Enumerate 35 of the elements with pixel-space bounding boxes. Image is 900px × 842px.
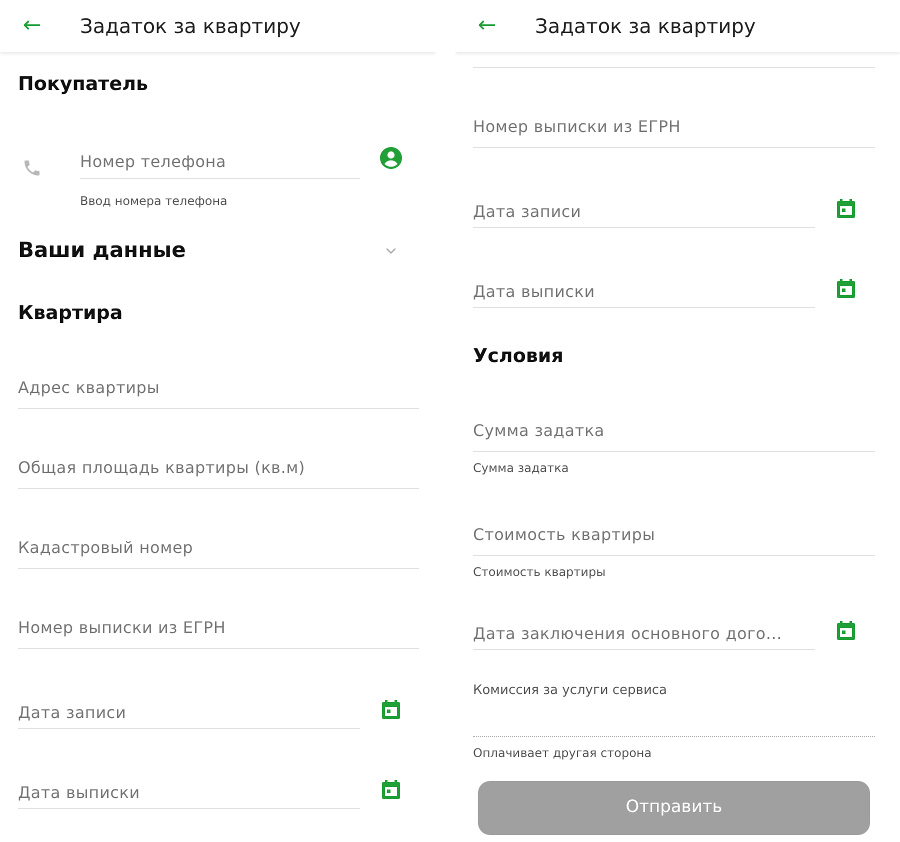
screen-title: Задаток за квартиру <box>535 13 756 40</box>
calendar-icon[interactable] <box>382 780 400 799</box>
calendar-icon[interactable] <box>837 621 855 640</box>
text-input-field[interactable]: Сумма задатка <box>473 414 875 452</box>
screen-title: Задаток за квартиру <box>80 13 301 40</box>
date-input-field[interactable]: Дата записи <box>18 697 360 729</box>
back-button[interactable]: ← <box>20 15 44 37</box>
text-input-field[interactable]: Общая площадь квартиры (кв.м) <box>18 451 419 489</box>
text-input-field[interactable]: Адрес квартиры <box>18 371 419 409</box>
date-input-field[interactable]: Дата записи <box>473 196 815 228</box>
calendar-icon[interactable] <box>382 700 400 719</box>
field-label: Комиссия за услуги сервиса <box>473 682 668 700</box>
expandable-section[interactable]: Ваши данные <box>18 237 419 265</box>
date-input-field[interactable]: Дата выписки <box>473 276 815 308</box>
back-button[interactable]: ← <box>475 15 499 37</box>
helper-text: Сумма задатка <box>473 460 570 476</box>
section-heading: Покупатель <box>18 72 150 97</box>
text-input-field[interactable]: Стоимость квартиры <box>473 518 875 556</box>
date-input-field[interactable]: Дата выписки <box>18 777 360 809</box>
date-input-field[interactable]: Дата заключения основного дого... <box>473 618 815 650</box>
contact-icon[interactable] <box>380 147 402 169</box>
helper-text: Ввод номера телефона <box>79 193 228 209</box>
dotted-input-line[interactable] <box>473 736 875 737</box>
calendar-icon[interactable] <box>837 199 855 218</box>
section-heading: Условия <box>473 344 564 369</box>
text-input-field[interactable]: Номер выписки из ЕГРН <box>18 611 419 649</box>
text-input-field[interactable]: Номер выписки из ЕГРН <box>473 110 875 148</box>
section-heading: Квартира <box>18 301 124 326</box>
phone-input-field[interactable]: Номер телефона <box>80 145 360 179</box>
text-input-field[interactable]: Кадастровый номер <box>18 531 419 569</box>
phone-icon <box>22 158 42 178</box>
helper-text: Стоимость квартиры <box>473 564 607 580</box>
helper-text: Оплачивает другая сторона <box>473 745 653 761</box>
calendar-icon[interactable] <box>837 279 855 298</box>
section-title: Ваши данные <box>18 237 186 264</box>
